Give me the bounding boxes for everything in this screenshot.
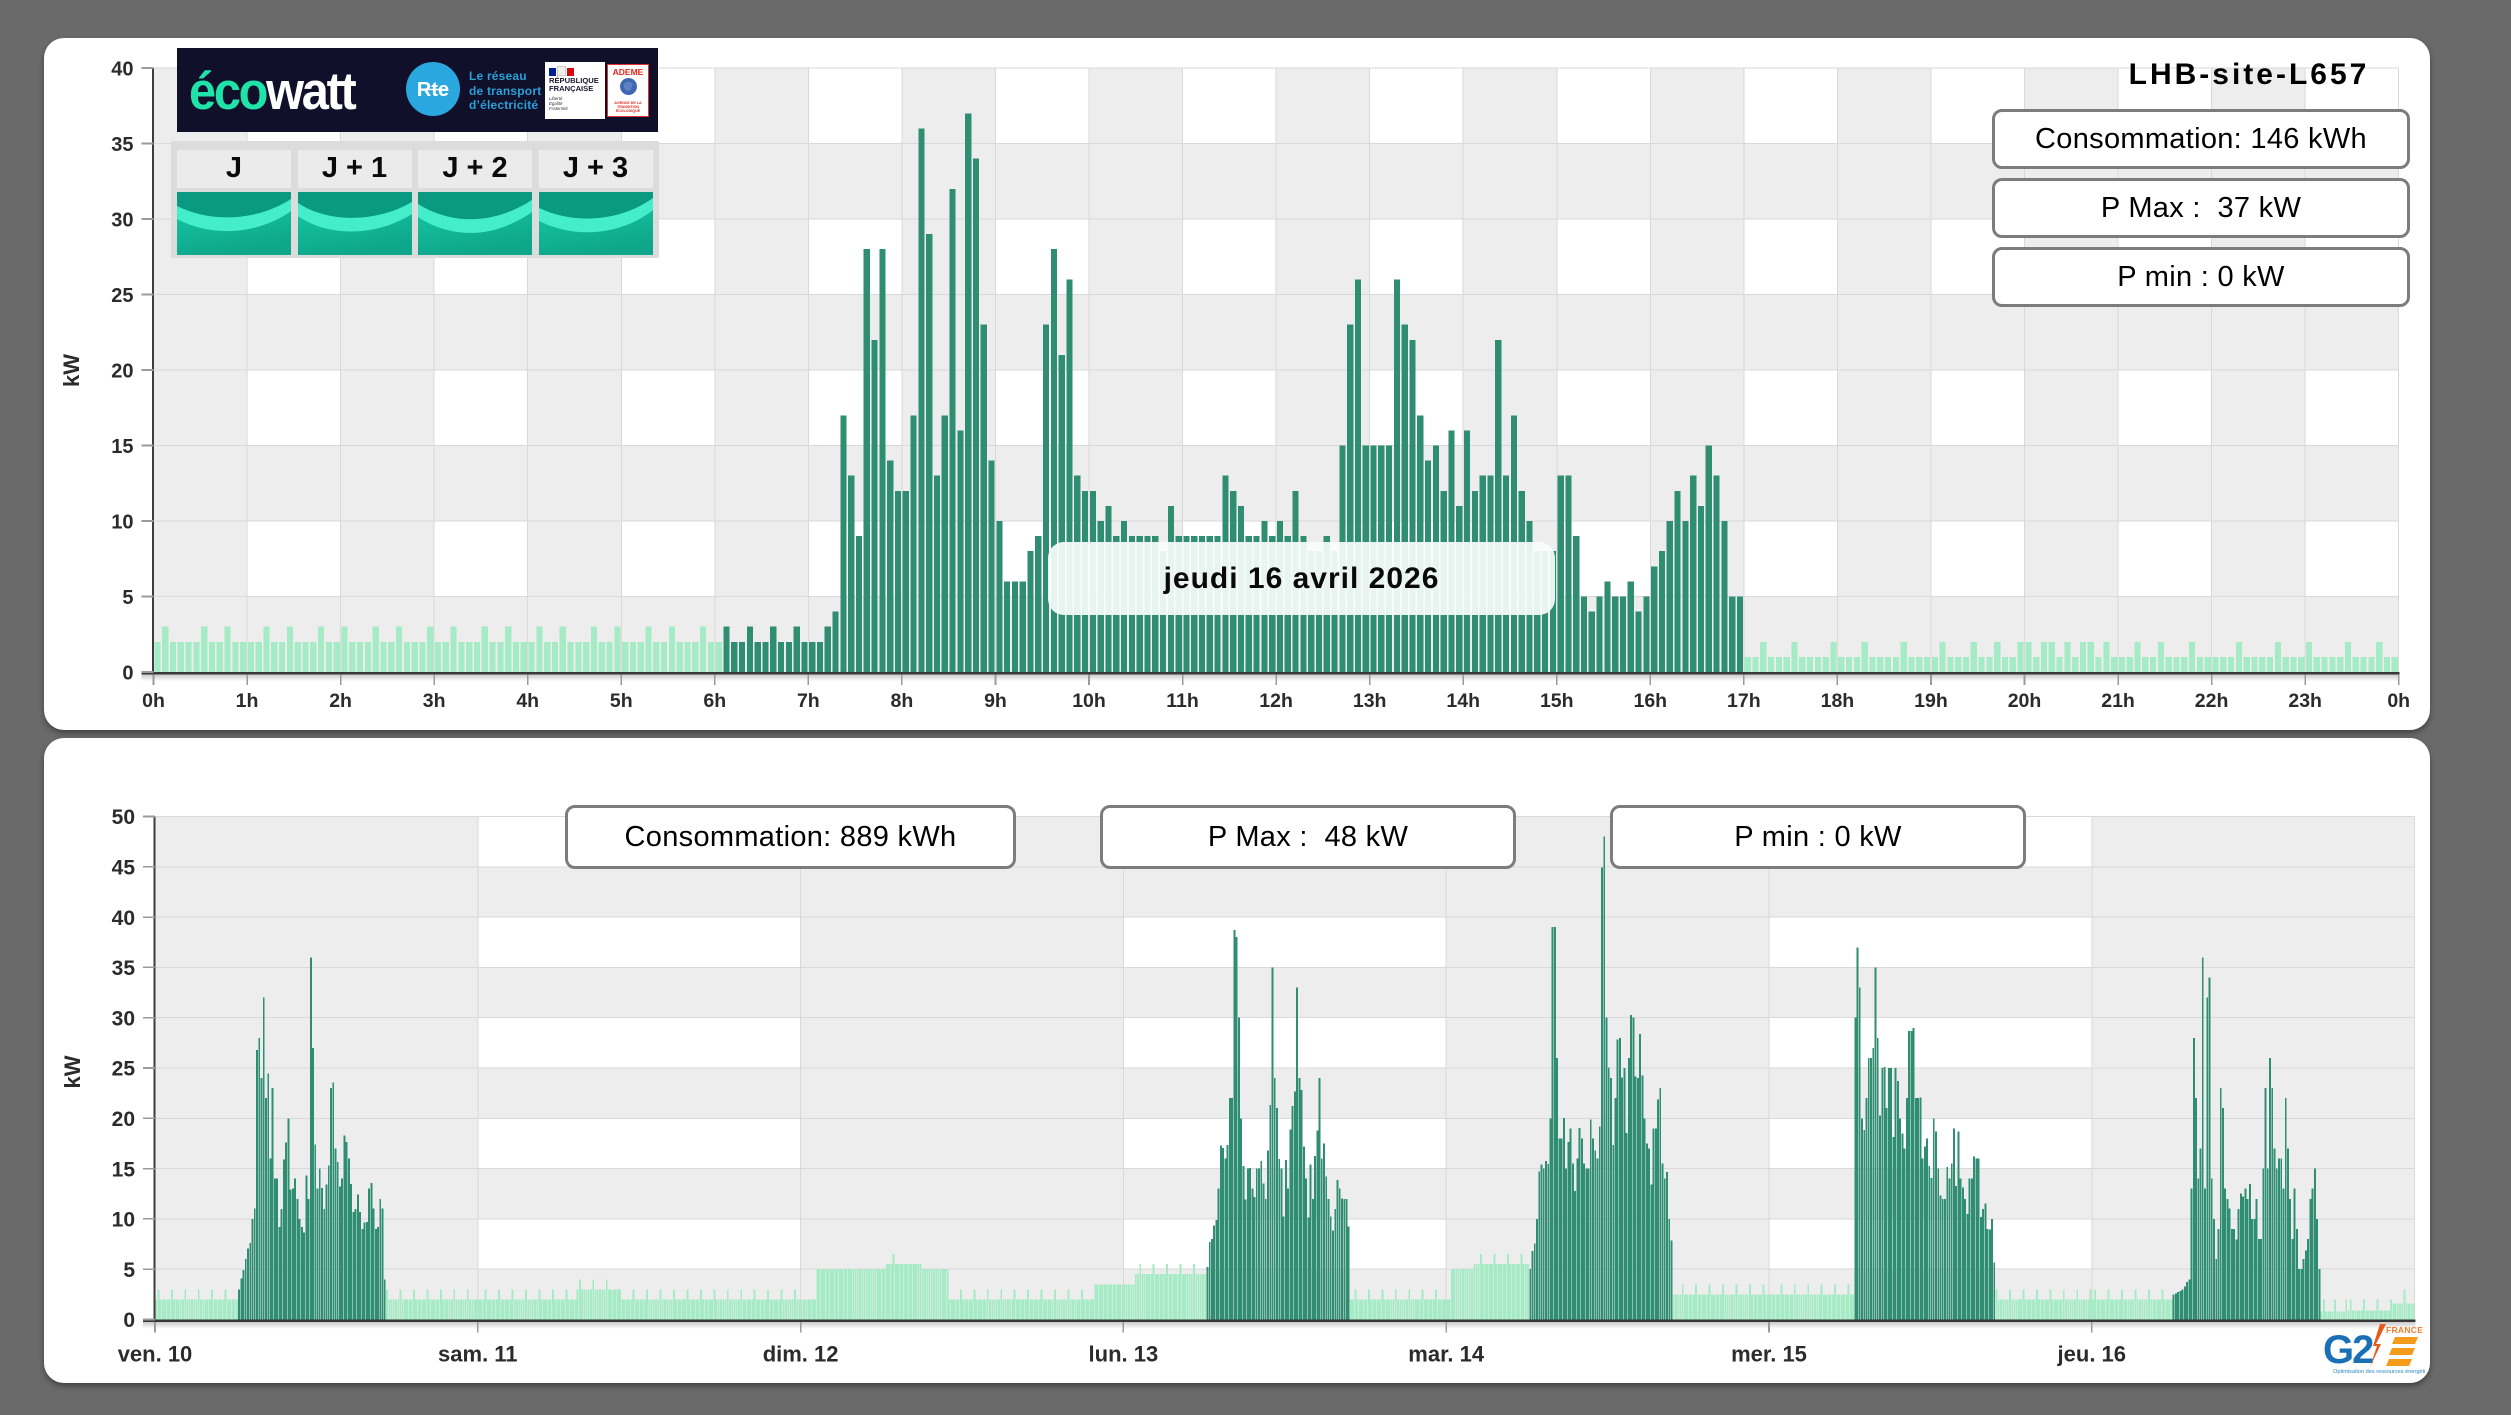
- svg-text:0: 0: [123, 1309, 135, 1332]
- svg-text:20: 20: [111, 360, 133, 382]
- svg-text:10: 10: [111, 511, 133, 533]
- svg-text:6h: 6h: [703, 690, 726, 712]
- svg-text:17h: 17h: [1727, 690, 1761, 712]
- svg-text:kW: kW: [59, 354, 84, 387]
- svg-text:35: 35: [112, 957, 136, 980]
- svg-text:35: 35: [111, 134, 133, 156]
- svg-text:0h: 0h: [2387, 690, 2410, 712]
- svg-text:25: 25: [112, 1058, 136, 1081]
- svg-text:5h: 5h: [610, 690, 633, 712]
- svg-text:FRANCE: FRANCE: [2386, 1325, 2423, 1335]
- svg-text:2h: 2h: [329, 690, 352, 712]
- svg-text:10h: 10h: [1072, 690, 1106, 712]
- svg-text:20: 20: [112, 1108, 135, 1131]
- svg-text:sam. 11: sam. 11: [438, 1342, 518, 1367]
- svg-text:Optimisation des ressources én: Optimisation des ressources énergétiques: [2333, 1369, 2425, 1375]
- svg-text:1h: 1h: [236, 690, 259, 712]
- svg-text:3h: 3h: [423, 690, 446, 712]
- svg-text:40: 40: [111, 58, 133, 80]
- svg-text:30: 30: [111, 209, 133, 231]
- svg-text:21h: 21h: [2101, 690, 2135, 712]
- svg-text:mer. 15: mer. 15: [1731, 1342, 1807, 1367]
- svg-text:14h: 14h: [1446, 690, 1480, 712]
- svg-text:10: 10: [112, 1209, 135, 1232]
- svg-text:25: 25: [111, 285, 133, 307]
- svg-text:0h: 0h: [142, 690, 165, 712]
- svg-text:5: 5: [123, 1259, 135, 1282]
- svg-text:lun. 13: lun. 13: [1089, 1342, 1159, 1367]
- svg-text:11h: 11h: [1166, 690, 1199, 712]
- svg-text:19h: 19h: [1914, 690, 1948, 712]
- svg-text:7h: 7h: [797, 690, 820, 712]
- svg-text:15h: 15h: [1540, 690, 1574, 712]
- svg-text:8h: 8h: [891, 690, 914, 712]
- svg-text:4h: 4h: [516, 690, 539, 712]
- svg-text:jeu. 16: jeu. 16: [2057, 1342, 2126, 1367]
- svg-text:16h: 16h: [1633, 690, 1667, 712]
- svg-text:9h: 9h: [984, 690, 1007, 712]
- svg-text:G2: G2: [2323, 1328, 2373, 1372]
- svg-text:18h: 18h: [1821, 690, 1855, 712]
- svg-text:5: 5: [122, 587, 133, 609]
- svg-text:50: 50: [112, 806, 135, 829]
- svg-text:30: 30: [112, 1007, 135, 1030]
- svg-text:23h: 23h: [2288, 690, 2322, 712]
- svg-text:ven. 10: ven. 10: [118, 1342, 193, 1367]
- svg-text:dim. 12: dim. 12: [763, 1342, 839, 1367]
- svg-text:15: 15: [111, 436, 133, 458]
- svg-text:22h: 22h: [2195, 690, 2229, 712]
- svg-text:15: 15: [112, 1158, 136, 1181]
- svg-text:mar. 14: mar. 14: [1408, 1342, 1485, 1367]
- svg-text:kW: kW: [60, 1055, 85, 1088]
- svg-text:40: 40: [112, 907, 135, 930]
- svg-text:0: 0: [122, 662, 133, 684]
- svg-text:13h: 13h: [1353, 690, 1387, 712]
- svg-text:45: 45: [112, 857, 136, 880]
- svg-text:20h: 20h: [2008, 690, 2042, 712]
- svg-text:12h: 12h: [1259, 690, 1293, 712]
